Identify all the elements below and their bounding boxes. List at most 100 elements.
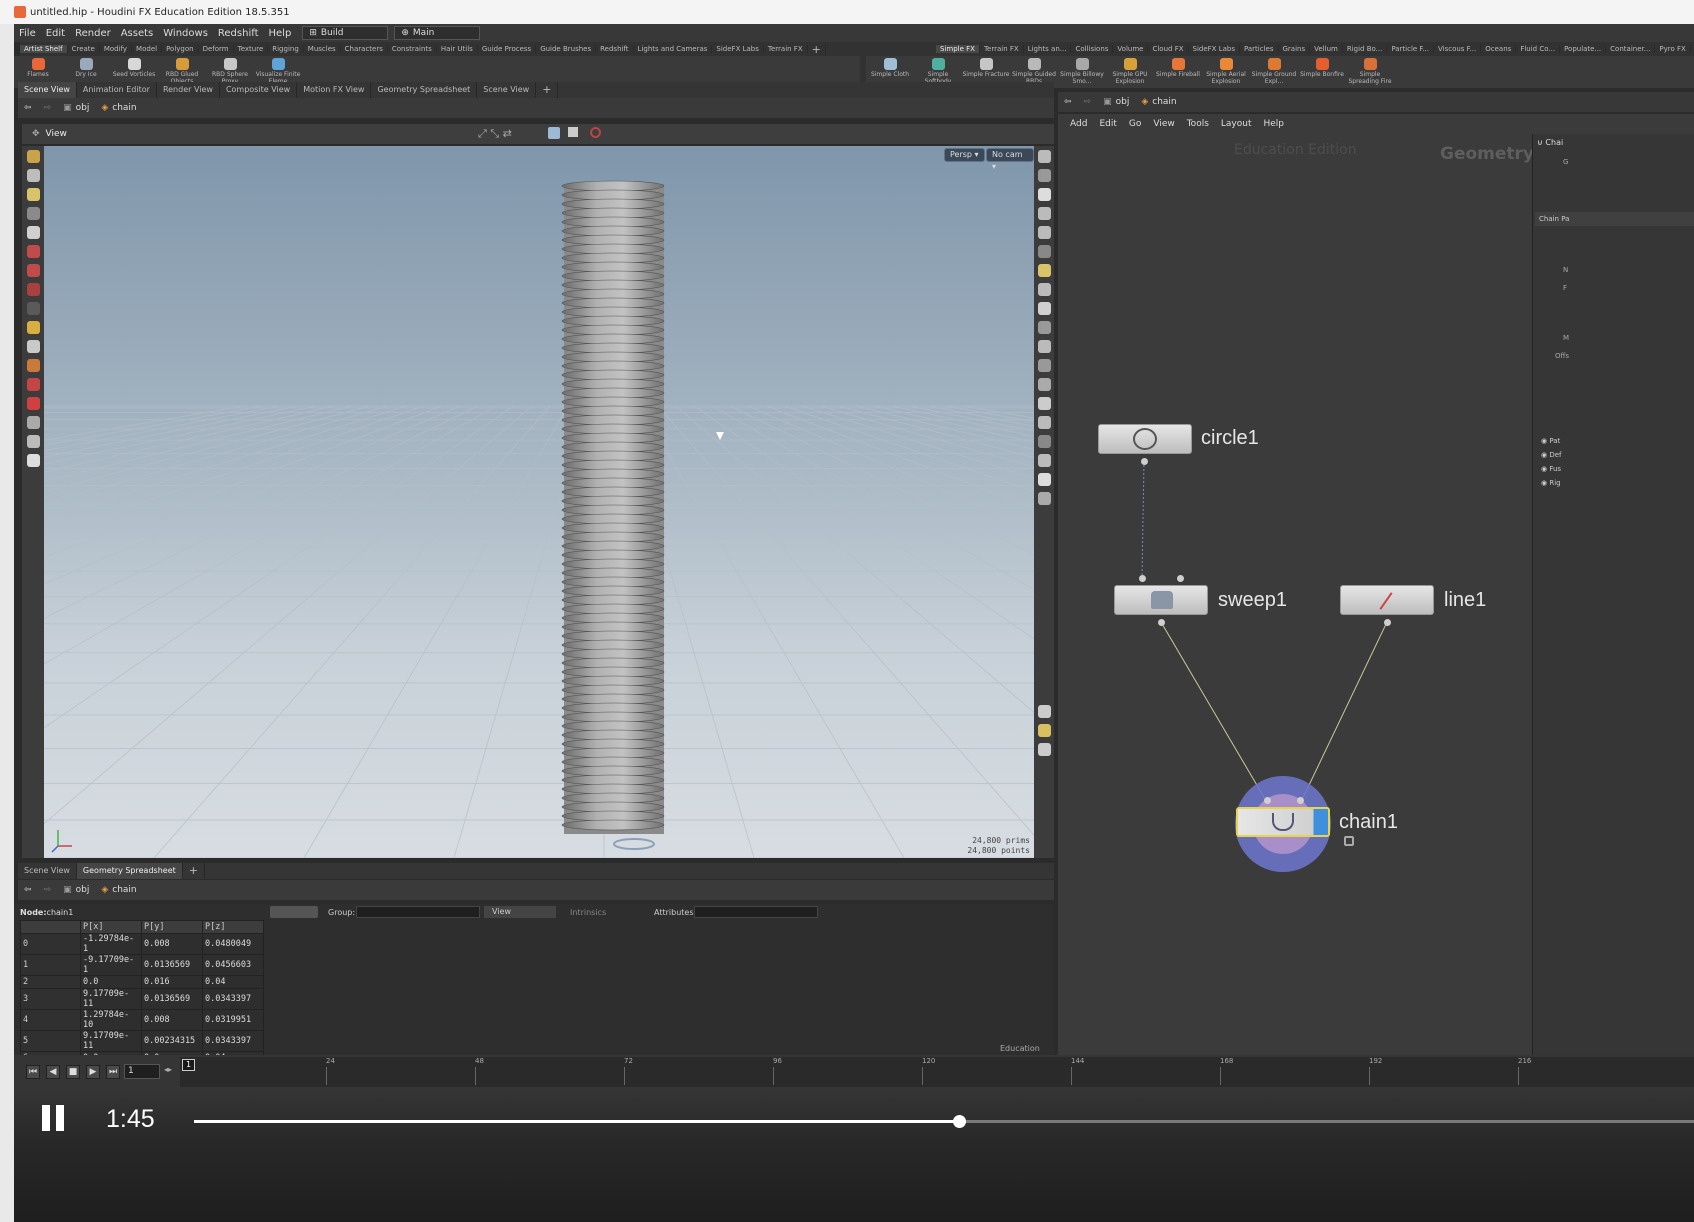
forward-arrow-icon[interactable]: ⇨ [1078, 97, 1098, 107]
info-icon[interactable] [1037, 705, 1051, 718]
tab-geometry-spreadsheet[interactable]: Geometry Spreadsheet [76, 863, 183, 879]
simple-billowy-smoke-tool[interactable]: Simple Billowy Smo... [1058, 56, 1106, 85]
forward-arrow-icon[interactable]: ⇨ [38, 103, 58, 113]
desktop-combo[interactable]: ⊞ Build [302, 26, 389, 40]
play-icon[interactable]: ▶ [86, 1065, 100, 1079]
play-reverse-icon[interactable]: ◀ [46, 1065, 60, 1079]
brush-tool-icon[interactable] [26, 188, 40, 201]
path-obj[interactable]: ▣ obj [57, 885, 95, 895]
param-radio[interactable]: ◉ Def [1541, 448, 1562, 462]
pin-icon[interactable] [1037, 169, 1051, 182]
node-input-connector[interactable] [1177, 575, 1184, 582]
persp-menu-button[interactable]: Persp ▾ [944, 148, 985, 162]
menu-render[interactable]: Render [70, 28, 116, 39]
shelf-tab[interactable]: Rigid Bo... [1343, 45, 1388, 53]
scale-tool-icon[interactable] [26, 283, 40, 296]
shadow-icon[interactable] [1037, 245, 1051, 258]
shelf-tab[interactable]: Guide Process [478, 45, 537, 53]
path-chain[interactable]: ◈ chain [95, 885, 142, 895]
attribute-class-toggles-icon[interactable] [270, 906, 318, 918]
context-combo[interactable]: ⊕ Main [394, 26, 481, 40]
layout-icon[interactable] [1037, 724, 1051, 737]
node-output-connector[interactable] [1141, 458, 1148, 465]
shelf-tab[interactable]: Cloud FX [1148, 45, 1189, 53]
shelf-tab[interactable]: Model [132, 45, 163, 53]
add-tab-icon[interactable]: + [183, 863, 205, 879]
column-header[interactable]: P[z] [202, 920, 264, 934]
shelf-tab[interactable]: SideFX Labs [712, 45, 764, 53]
pose-tool-icon[interactable] [26, 302, 40, 315]
lock-tool-icon[interactable] [26, 226, 40, 239]
shelf-tab[interactable]: Hair Utils [437, 45, 478, 53]
shelf-tab[interactable]: Pyro FX [1655, 45, 1691, 53]
node-input-connector[interactable] [1264, 797, 1271, 804]
wireframe-toggle-icon[interactable] [548, 127, 560, 139]
shelf-tab[interactable]: Vellum [1310, 45, 1343, 53]
node-circle1[interactable] [1098, 424, 1192, 454]
shelf-tab[interactable]: Modify [100, 45, 133, 53]
visualize-finite-elements-tool[interactable]: Visualize Finite Eleme [254, 56, 302, 85]
frame-marker[interactable]: 1 [182, 1059, 196, 1071]
jump-end-icon[interactable]: ⏭ [106, 1065, 120, 1079]
shading-icon[interactable] [568, 127, 578, 137]
shelf-tab[interactable]: Volume [1113, 45, 1149, 53]
pointer-tool-icon[interactable] [26, 207, 40, 220]
render-region-icon[interactable] [26, 454, 40, 467]
tab-composite-view[interactable]: Composite View [220, 82, 298, 98]
back-arrow-icon[interactable]: ⇦ [18, 885, 38, 895]
numbers-display-icon[interactable] [1037, 416, 1051, 429]
table-row[interactable]: 3 9.17709e-11 0.0136569 0.0343397 [20, 988, 264, 1010]
shelf-tab[interactable]: Redshift [596, 45, 634, 53]
shelf-tab[interactable]: Populate... [1560, 45, 1607, 53]
shelf-tab[interactable]: Characters [341, 45, 388, 53]
menu-edit[interactable]: Edit [1093, 119, 1122, 129]
table-row[interactable]: 4 1.29784e-10 0.008 0.0319951 [20, 1009, 264, 1031]
menu-view[interactable]: View [1147, 119, 1180, 129]
uv-display-icon[interactable] [1037, 397, 1051, 410]
node-input-connector[interactable] [1139, 575, 1146, 582]
flames-tool[interactable]: Flames [14, 56, 62, 78]
current-frame-field[interactable]: 1 [124, 1064, 160, 1079]
intrinsics-dropdown[interactable]: Intrinsics [570, 908, 606, 917]
shelf-tab[interactable]: Create [68, 45, 100, 53]
simple-fracture-tool[interactable]: Simple Fracture [962, 56, 1010, 78]
snapshot-icon[interactable] [1037, 473, 1051, 486]
step-frame-icon[interactable]: ◂▸ [164, 1065, 172, 1074]
tab-scene-view-2[interactable]: Scene View [477, 82, 537, 98]
menu-help[interactable]: Help [1258, 119, 1291, 129]
prim-display-icon[interactable] [1037, 359, 1051, 372]
zoom-tool-icon[interactable] [26, 340, 40, 353]
shelf-tab[interactable]: Artist Shelf [20, 45, 68, 53]
shelf-tab[interactable]: SideFX Labs [1189, 45, 1240, 53]
rbd-glued-objects-tool[interactable]: RBD Glued Objects [158, 56, 206, 85]
view-tool-icon[interactable] [26, 416, 40, 429]
shelf-tab[interactable]: Collisions [1071, 45, 1114, 53]
select-tool-icon[interactable] [26, 169, 40, 182]
shelf-tab[interactable]: Fluid Co... [1516, 45, 1561, 53]
node-input-connector[interactable] [1297, 797, 1304, 804]
menu-help[interactable]: Help [264, 28, 297, 39]
back-arrow-icon[interactable]: ⇦ [1058, 97, 1078, 107]
shelf-tab[interactable]: Simple FX [936, 45, 980, 53]
sculpt-tool-icon[interactable] [26, 321, 40, 334]
shelf-tab[interactable]: Texture [234, 45, 269, 53]
snap-toggle-icon[interactable] [26, 397, 40, 410]
path-obj[interactable]: ▣ obj [1097, 97, 1135, 107]
shelf-tab[interactable]: Deform [199, 45, 234, 53]
shelf-tab[interactable]: Polygon [162, 45, 199, 53]
simple-cloth-tool[interactable]: Simple Cloth [866, 56, 914, 78]
move-tool-icon[interactable] [26, 245, 40, 258]
shelf-tab[interactable]: Particles [1240, 45, 1279, 53]
shelf-tab[interactable]: Terrain FX [980, 45, 1024, 53]
shelf-tab[interactable]: Rigging [268, 45, 304, 53]
column-header[interactable]: P[x] [80, 920, 142, 934]
vertex-display-icon[interactable] [1037, 378, 1051, 391]
attributes-input[interactable] [694, 906, 818, 918]
video-scrub-handle[interactable] [953, 1115, 966, 1128]
menu-edit[interactable]: Edit [41, 28, 70, 39]
shelf-tab[interactable]: Lights an... [1024, 45, 1072, 53]
simple-fireball-tool[interactable]: Simple Fireball [1154, 56, 1202, 78]
simple-guided-rbds-tool[interactable]: Simple Guided RBDs [1010, 56, 1058, 85]
param-radio[interactable]: ◉ Pat [1541, 434, 1562, 448]
shelf-tab[interactable]: Particle F... [1387, 45, 1435, 53]
